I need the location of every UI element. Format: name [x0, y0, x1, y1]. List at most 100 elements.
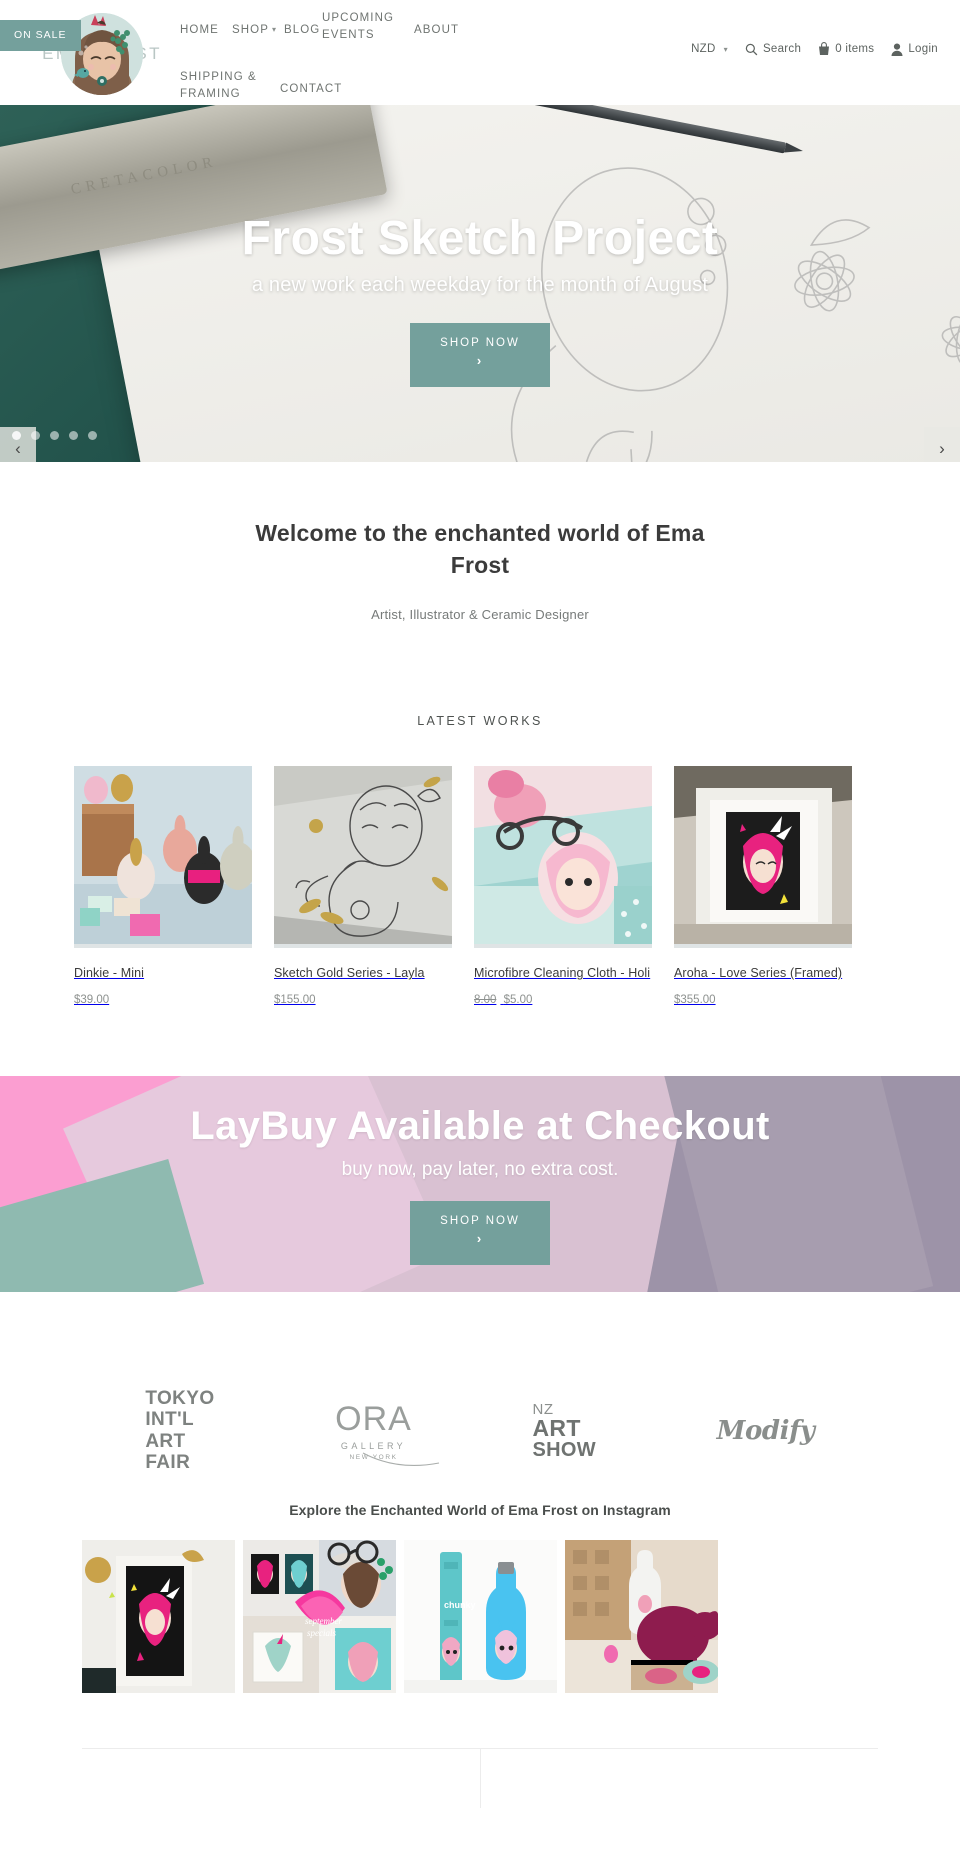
latest-works-heading: LATEST WORKS [417, 714, 543, 729]
nav-item-shop[interactable]: SHOP ▾ [232, 10, 284, 39]
hero-dot-3[interactable] [50, 431, 59, 440]
latest-works-section: LATEST WORKS Dinkie - Mini $39.00 Sketch… [0, 20, 960, 1006]
nav-item-home[interactable]: HOME [180, 10, 232, 39]
instagram-section: Explore the Enchanted World of Ema Frost… [0, 1492, 960, 1693]
laybuy-subtitle: buy now, pay later, no extra cost. [341, 1158, 619, 1180]
hero-dot-2[interactable] [31, 431, 40, 440]
hero-dot-1[interactable] [12, 431, 21, 440]
svg-text:specials: specials [307, 1628, 336, 1638]
product-card[interactable]: Sketch Gold Series - Layla $155.00 [274, 766, 452, 1006]
currency-label: NZD [691, 43, 716, 55]
cart-icon [818, 42, 830, 56]
instagram-heading: Explore the Enchanted World of Ema Frost… [289, 1501, 671, 1518]
brand-logo-ora-gallery: ORA GALLERY NEW YORK [335, 1400, 440, 1467]
search-button[interactable]: Search [745, 43, 801, 56]
product-price: $155.00 [274, 994, 452, 1006]
instagram-post[interactable]: chunky [404, 1539, 557, 1693]
product-current-price: $355.00 [674, 993, 716, 1006]
svg-text:chunky: chunky [444, 1600, 476, 1610]
welcome-section: Welcome to the enchanted world of Ema Fr… [0, 462, 960, 634]
login-button[interactable]: Login [891, 43, 938, 56]
product-price: $355.00 [674, 994, 852, 1006]
product-price: 8.00 $5.00 [474, 994, 652, 1006]
nav-item-about[interactable]: ABOUT [414, 10, 494, 39]
hero-title: Frost Sketch Project [241, 212, 719, 265]
product-card[interactable]: Aroha - Love Series (Framed) $355.00 [674, 766, 852, 1006]
instagram-post[interactable] [565, 1539, 718, 1693]
footer-column [481, 1749, 879, 1808]
nav-item-upcoming-events[interactable]: UPCOMING EVENTS [322, 10, 414, 43]
hero-dot-4[interactable] [69, 431, 78, 440]
hero-subtitle: a new work each weekday for the month of… [251, 273, 709, 296]
brand-wordmark: ORA [335, 1400, 412, 1439]
laybuy-content: LayBuy Available at Checkout buy now, pa… [0, 1076, 960, 1292]
brand-line: TOKYO [145, 1388, 215, 1410]
nav-item-shop-label: SHOP [232, 24, 269, 36]
laybuy-shop-now-label: SHOP NOW [440, 1214, 520, 1227]
brand-line: ART [532, 1414, 581, 1441]
chevron-right-icon: › [476, 353, 484, 369]
nav-item-blog[interactable]: BLOG [284, 10, 322, 39]
product-image [274, 766, 452, 949]
hero-next-arrow[interactable]: › [924, 427, 960, 462]
svg-text:september: september [305, 1616, 342, 1626]
login-label: Login [908, 43, 938, 55]
brand-logo-nz-art-show: NZ ART SHOW [533, 1402, 596, 1460]
chevron-right-icon: › [476, 1230, 484, 1246]
instagram-grid: september specials chunky [0, 1539, 960, 1693]
cart-button[interactable]: 0 items [818, 42, 874, 56]
product-price: $39.00 [74, 994, 252, 1006]
user-icon [891, 43, 903, 56]
product-old-price: 8.00 [474, 993, 497, 1006]
product-card[interactable]: Dinkie - Mini $39.00 [74, 766, 256, 1006]
chevron-down-icon: ▾ [272, 25, 278, 34]
brand-swoosh-icon [362, 1452, 440, 1467]
product-title: Sketch Gold Series - Layla [274, 966, 425, 981]
currency-selector[interactable]: NZD ▾ [691, 43, 728, 55]
hero-dot-5[interactable] [88, 431, 97, 440]
brand-logos-section: TOKYO INT'L ART FAIR ORA GALLERY NEW YOR… [0, 1292, 960, 1492]
brand-line: FAIR [145, 1451, 191, 1473]
brand-logo-modify: Modify [716, 1415, 815, 1446]
product-current-price: $5.00 [503, 993, 533, 1006]
brand-logo-tokyo-art-fair: TOKYO INT'L ART FAIR [145, 1388, 214, 1473]
product-current-price: $155.00 [274, 993, 316, 1006]
product-image [674, 766, 852, 949]
hero-shop-now-label: SHOP NOW [440, 336, 520, 349]
laybuy-shop-now-button[interactable]: SHOP NOW › [410, 1200, 550, 1265]
header-utility-bar: NZD ▾ Search 0 items Login [691, 42, 938, 56]
product-card[interactable]: ON SALE Microfibre Cleaning Cloth - Holi… [0, 20, 652, 1006]
footer-columns [82, 1747, 879, 1808]
hero-slider: CRETACOLOR Frost Sketch Project a new wo… [0, 105, 960, 462]
hero-shop-now-button[interactable]: SHOP NOW › [410, 322, 550, 387]
product-title: Microfibre Cleaning Cloth - Holi [474, 966, 651, 981]
brand-line: GALLERY [340, 1441, 407, 1452]
welcome-title: Welcome to the enchanted world of Ema Fr… [255, 520, 705, 578]
product-grid: Dinkie - Mini $39.00 Sketch Gold Series … [0, 20, 960, 1006]
instagram-post[interactable]: september specials [243, 1539, 396, 1693]
product-image [474, 766, 652, 949]
hero-slide-dots [12, 431, 97, 440]
product-image [74, 766, 256, 949]
product-title: Aroha - Love Series (Framed) [674, 966, 843, 981]
product-title: Dinkie - Mini [74, 966, 145, 981]
brand-line: INT'L [145, 1409, 195, 1431]
nav-item-shipping-framing[interactable]: SHIPPING & FRAMING [180, 69, 280, 102]
brand-line: SHOW [532, 1438, 596, 1461]
sale-badge: ON SALE [0, 20, 81, 52]
search-icon [745, 43, 758, 56]
hero-caption: Frost Sketch Project a new work each wee… [0, 212, 960, 387]
site-footer [0, 1747, 960, 1808]
laybuy-banner: LayBuy Available at Checkout buy now, pa… [0, 1075, 960, 1292]
welcome-subtitle: Artist, Illustrator & Ceramic Designer [371, 607, 589, 623]
nav-item-contact[interactable]: CONTACT [280, 69, 360, 98]
footer-column [82, 1748, 481, 1808]
cart-count-label: 0 items [835, 43, 875, 55]
search-label: Search [762, 43, 802, 55]
primary-navigation: HOME SHOP ▾ BLOG UPCOMING EVENTS ABOUT SH… [180, 10, 580, 103]
product-current-price: $39.00 [74, 993, 110, 1006]
site-header: EMA FROST [0, 0, 960, 105]
chevron-down-icon: ▾ [723, 44, 728, 54]
brand-line: ART [145, 1430, 186, 1452]
instagram-post[interactable] [82, 1539, 235, 1693]
